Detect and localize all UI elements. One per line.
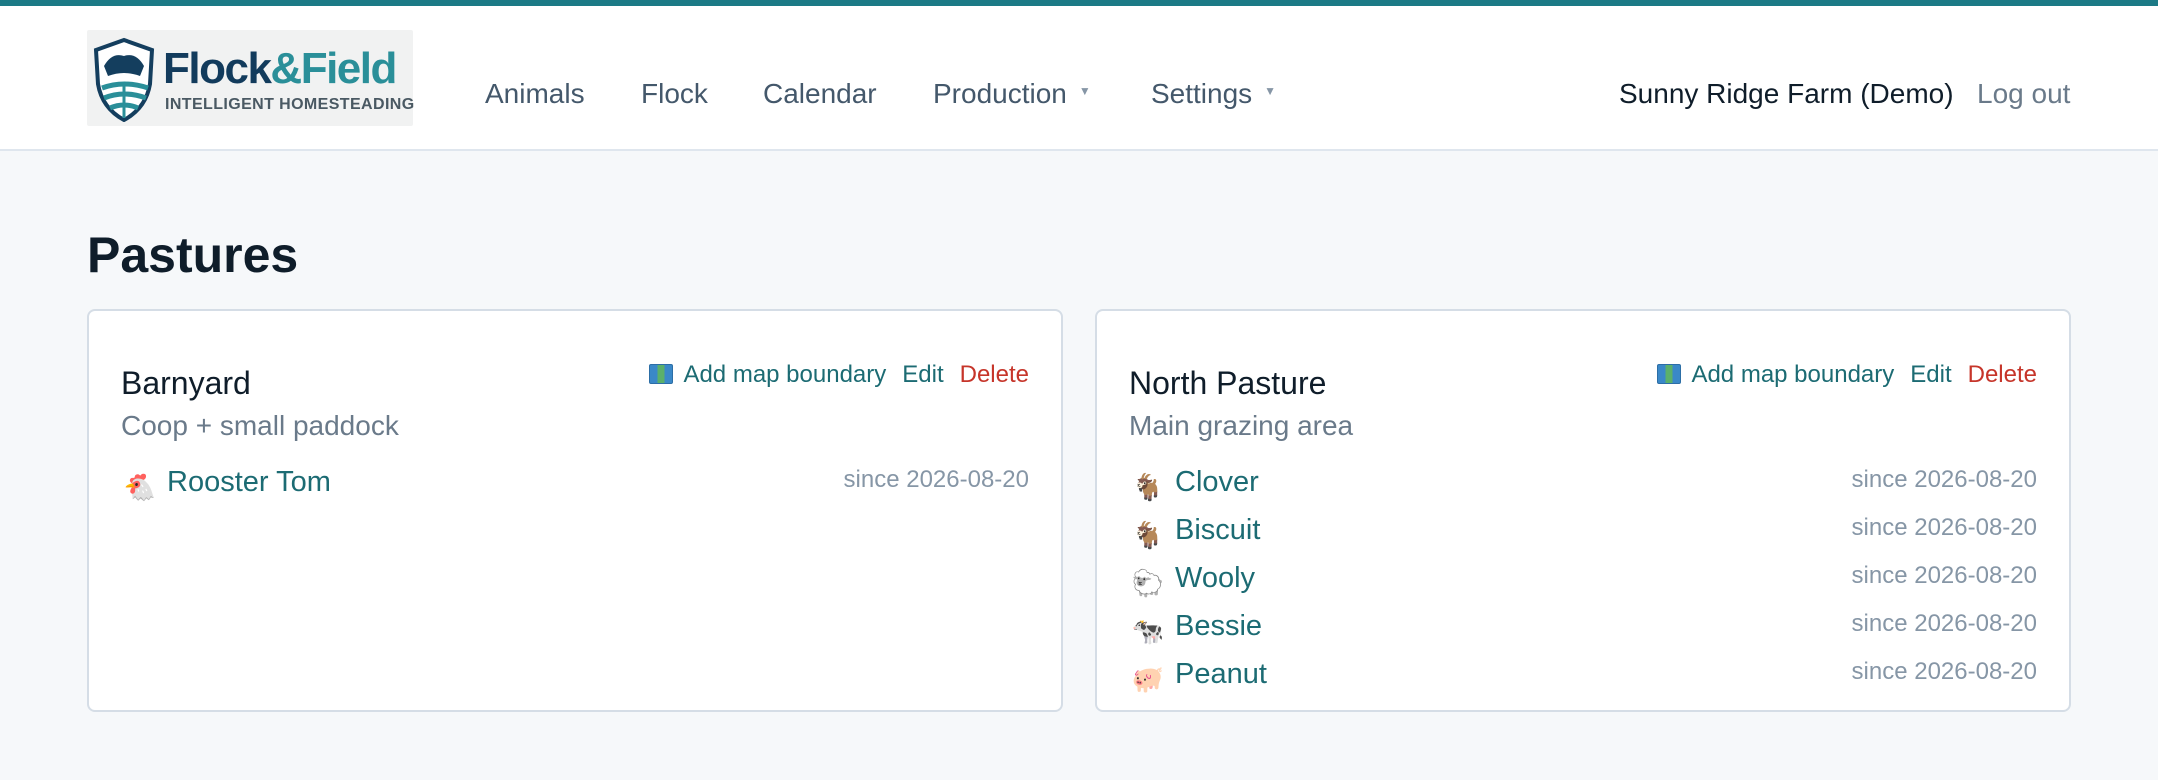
list-item: 🐔 Rooster Tom since 2026-08-20 [121,466,1029,514]
list-item: 🐖 Peanut since 2026-08-20 [1129,658,2037,706]
edit-link[interactable]: Edit [1910,361,1951,389]
pasture-name: North Pasture [1129,365,1327,401]
since-date: since 2026-08-20 [1851,658,2037,685]
chevron-down-icon: ▼ [1264,84,1277,98]
logout-link[interactable]: Log out [1977,78,2070,110]
farm-name: Sunny Ridge Farm (Demo) [1619,78,1954,109]
animal-list: 🐔 Rooster Tom since 2026-08-20 [121,466,1029,514]
animal-link[interactable]: Wooly [1175,562,1255,595]
pasture-card-north-pasture: North Pasture Main grazing area Add map … [1095,309,2071,712]
map-icon [1657,364,1682,384]
nav-flock[interactable]: Flock [641,78,708,110]
cow-icon: 🐄 [1131,616,1165,646]
nav-animals[interactable]: Animals [485,78,585,110]
animal-link[interactable]: Biscuit [1175,514,1260,547]
site-header: Flock&Field INTELLIGENT HOMESTEADING Ani… [0,6,2158,151]
animal-link[interactable]: Clover [1175,466,1259,499]
animal-link[interactable]: Rooster Tom [167,466,331,499]
pig-icon: 🐖 [1131,664,1165,694]
brand-logo[interactable]: Flock&Field INTELLIGENT HOMESTEADING [87,30,415,126]
pasture-actions: Add map boundary Edit Delete [649,361,1029,389]
map-icon [649,364,674,384]
animal-list: 🐐 Clover since 2026-08-20 🐐 Biscuit sinc… [1129,466,2037,706]
brand-wordmark: Flock&Field [163,44,398,94]
add-map-boundary-link[interactable]: Add map boundary [649,361,886,389]
chevron-down-icon: ▼ [1078,84,1091,98]
pasture-description: Main grazing area [1129,410,1354,441]
nav-settings-dropdown[interactable]: Settings ▼ [1151,78,1276,110]
sheep-icon: 🐑 [1131,568,1165,598]
nav-settings-label: Settings [1151,78,1253,109]
nav-production-dropdown[interactable]: Production ▼ [933,78,1091,110]
since-date: since 2026-08-20 [1851,562,2037,589]
nav-calendar[interactable]: Calendar [763,78,877,110]
since-date: since 2026-08-20 [1851,514,2037,541]
add-map-boundary-link[interactable]: Add map boundary [1657,361,1894,389]
since-date: since 2026-08-20 [1851,466,2037,493]
rooster-icon: 🐔 [123,472,157,502]
delete-link[interactable]: Delete [1968,361,2037,389]
brand-name-part2: Field [300,44,398,93]
animal-link[interactable]: Bessie [1175,610,1262,643]
goat-icon: 🐐 [1131,520,1165,550]
pasture-actions: Add map boundary Edit Delete [1657,361,2037,389]
list-item: 🐑 Wooly since 2026-08-20 [1129,562,2037,610]
nav-animals-label: Animals [485,78,585,109]
pasture-card-barnyard: Barnyard Coop + small paddock Add map bo… [87,309,1063,712]
add-map-boundary-label: Add map boundary [1691,361,1895,388]
since-date: since 2026-08-20 [1851,610,2037,637]
since-date: since 2026-08-20 [843,466,1029,493]
animal-link[interactable]: Peanut [1175,658,1267,691]
edit-link[interactable]: Edit [902,361,943,389]
page-title: Pastures [87,227,299,283]
brand-name-part1: Flock [163,44,272,93]
brand-tagline: INTELLIGENT HOMESTEADING [165,96,415,113]
nav-flock-label: Flock [641,78,708,109]
list-item: 🐄 Bessie since 2026-08-20 [1129,610,2037,658]
pasture-description: Coop + small paddock [121,410,399,441]
goat-icon: 🐐 [1131,472,1165,502]
list-item: 🐐 Biscuit since 2026-08-20 [1129,514,2037,562]
nav-production-label: Production [933,78,1067,109]
shield-logo-icon [93,37,155,122]
pasture-name: Barnyard [121,365,251,401]
brand-ampersand: & [270,44,302,93]
delete-link[interactable]: Delete [960,361,1029,389]
add-map-boundary-label: Add map boundary [683,361,887,388]
list-item: 🐐 Clover since 2026-08-20 [1129,466,2037,514]
nav-calendar-label: Calendar [763,78,877,109]
